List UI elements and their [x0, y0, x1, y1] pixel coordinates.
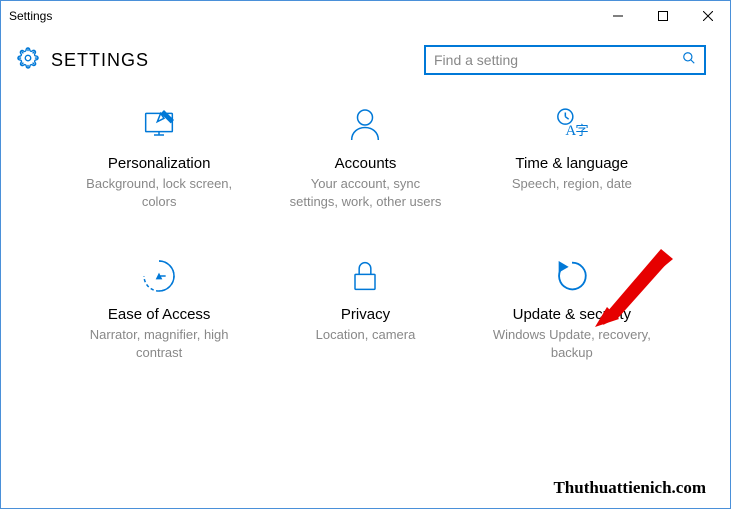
header: SETTINGS: [1, 31, 730, 85]
personalization-icon: [139, 101, 179, 149]
page-title: SETTINGS: [51, 50, 149, 71]
accounts-icon: [345, 101, 385, 149]
tile-title: Ease of Access: [108, 306, 211, 323]
maximize-button[interactable]: [640, 1, 685, 31]
tile-desc: Background, lock screen, colors: [79, 175, 239, 210]
tile-desc: Your account, sync settings, work, other…: [285, 175, 445, 210]
time-language-icon: A 字: [552, 101, 592, 149]
header-left: SETTINGS: [17, 47, 149, 74]
tile-personalization[interactable]: Personalization Background, lock screen,…: [61, 95, 257, 216]
settings-grid: Personalization Background, lock screen,…: [1, 85, 730, 387]
svg-text:字: 字: [575, 123, 588, 138]
close-icon: [703, 11, 713, 21]
update-security-icon: [552, 252, 592, 300]
tile-accounts[interactable]: Accounts Your account, sync settings, wo…: [267, 95, 463, 216]
search-icon: [682, 51, 696, 70]
search-input[interactable]: [434, 52, 682, 68]
tile-desc: Speech, region, date: [512, 175, 632, 193]
window-title: Settings: [9, 9, 52, 23]
minimize-icon: [613, 11, 623, 21]
minimize-button[interactable]: [595, 1, 640, 31]
tile-update-security[interactable]: Update & security Windows Update, recove…: [474, 246, 670, 367]
tile-privacy[interactable]: Privacy Location, camera: [267, 246, 463, 367]
tile-title: Update & security: [513, 306, 631, 323]
tile-time-language[interactable]: A 字 Time & language Speech, region, date: [474, 95, 670, 216]
tile-desc: Location, camera: [316, 326, 416, 344]
tile-ease-of-access[interactable]: Ease of Access Narrator, magnifier, high…: [61, 246, 257, 367]
tile-title: Personalization: [108, 155, 211, 172]
gear-icon: [17, 47, 39, 74]
tile-desc: Narrator, magnifier, high contrast: [79, 326, 239, 361]
ease-of-access-icon: [139, 252, 179, 300]
privacy-icon: [345, 252, 385, 300]
tile-title: Accounts: [335, 155, 397, 172]
tile-title: Time & language: [515, 155, 628, 172]
window-controls: [595, 1, 730, 31]
search-box[interactable]: [424, 45, 706, 75]
close-button[interactable]: [685, 1, 730, 31]
tile-title: Privacy: [341, 306, 390, 323]
watermark: Thuthuattienich.com: [553, 478, 706, 498]
maximize-icon: [658, 11, 668, 21]
window-titlebar: Settings: [1, 1, 730, 31]
tile-desc: Windows Update, recovery, backup: [492, 326, 652, 361]
